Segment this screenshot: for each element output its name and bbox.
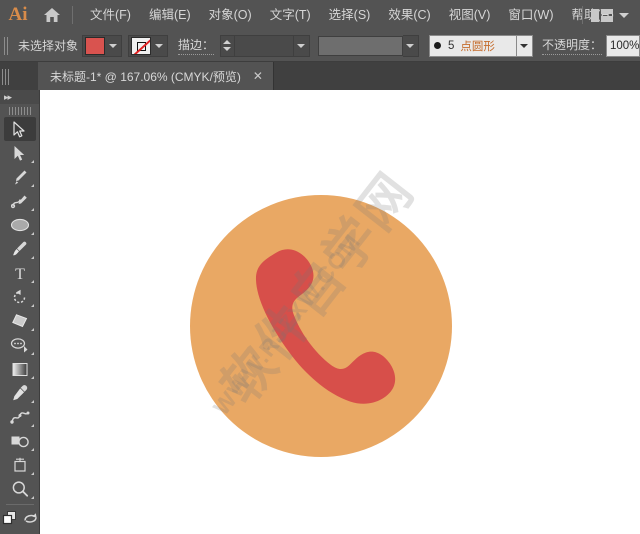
stroke-weight-chevron-down-icon[interactable] [294,35,310,57]
home-icon[interactable] [36,0,68,30]
ellipse-tool[interactable] [4,213,36,237]
illustrator-window: Ai 文件(F) 编辑(E) 对象(O) 文字(T) 选择(S) 效果(C) 视… [0,0,640,534]
shape-builder-tool[interactable] [4,429,36,453]
chevron-down-icon[interactable] [619,13,629,18]
lasso-tool[interactable] [4,333,36,357]
menu-divider-right [582,6,583,24]
menu-window[interactable]: 窗口(W) [499,0,562,30]
tool-panel-bottom-row [2,510,38,530]
brush-size-value: 5 [448,40,454,52]
app-logo: Ai [0,0,36,30]
zoom-tool[interactable] [4,477,36,501]
selection-tool[interactable] [4,117,36,141]
gradient-tool[interactable] [4,357,36,381]
brush-name-value: 点圆形 [460,38,495,54]
artwork-phone-handset [190,195,452,457]
stroke-weight-label: 描边： [178,36,214,55]
paintbrush-tool[interactable] [4,237,36,261]
rotate-tool[interactable] [4,285,36,309]
change-screen-mode-icon[interactable] [23,511,38,530]
eraser-tool[interactable] [4,309,36,333]
tab-bar-grip[interactable] [2,65,12,87]
stroke-weight-stepper[interactable] [220,35,234,57]
direct-selection-tool[interactable] [4,141,36,165]
document-tab[interactable]: 未标题-1* @ 167.06% (CMYK/预览) ✕ [38,62,274,90]
menu-view[interactable]: 视图(V) [440,0,500,30]
document-tab-bar: 未标题-1* @ 167.06% (CMYK/预览) ✕ [0,62,640,90]
brush-dot-icon [434,42,441,49]
brush-definition-select[interactable]: 5 点圆形 [429,35,517,57]
svg-text:T: T [15,266,25,282]
stroke-profile-chevron-down-icon[interactable] [403,35,419,57]
tool-list: T [0,117,39,534]
control-bar: 未选择对象 描边： [0,30,640,62]
opacity-input[interactable]: 100% [606,35,640,57]
type-tool[interactable]: T [4,261,36,285]
fill-color-swatch[interactable] [85,37,105,55]
menu-bar: Ai 文件(F) 编辑(E) 对象(O) 文字(T) 选择(S) 效果(C) 视… [0,0,640,30]
document-tab-title: 未标题-1* @ 167.06% (CMYK/预览) [50,68,241,85]
tool-panel-divider [6,504,34,505]
menu-edit[interactable]: 编辑(E) [140,0,200,30]
tool-panel-grip[interactable] [0,104,39,117]
menu-item-list: 文件(F) 编辑(E) 对象(O) 文字(T) 选择(S) 效果(C) 视图(V… [81,0,623,30]
tool-panel: ▸▸ [0,90,40,534]
phone-icon-artwork[interactable] [190,195,452,457]
menu-divider [72,6,73,24]
opacity-label: 不透明度： [542,36,602,55]
selection-status-label: 未选择对象 [18,37,78,54]
blend-tool[interactable] [4,405,36,429]
menu-effect[interactable]: 效果(C) [379,0,439,30]
pen-tool[interactable] [4,165,36,189]
menu-select[interactable]: 选择(S) [320,0,380,30]
menu-file[interactable]: 文件(F) [81,0,140,30]
control-bar-grip[interactable] [2,35,8,57]
artboard-tool[interactable] [4,453,36,477]
curvature-tool[interactable] [4,189,36,213]
stroke-color-swatch-none[interactable] [131,37,151,55]
workspace-switcher-icon[interactable] [591,9,613,22]
expand-panel-icon[interactable]: ▸▸ [4,93,11,102]
stroke-profile-preview[interactable] [318,36,403,56]
menubar-right-group [582,0,636,30]
stroke-weight-input[interactable] [234,35,294,57]
shape-modes-icon[interactable] [2,510,18,530]
fill-chevron-down-icon[interactable] [105,36,121,56]
eyedropper-tool[interactable] [4,381,36,405]
fill-color-group[interactable] [82,35,122,57]
tool-panel-header[interactable]: ▸▸ [0,90,39,104]
brush-chevron-down-icon[interactable] [517,35,533,57]
close-icon[interactable]: ✕ [253,70,263,82]
stroke-color-group[interactable] [128,35,168,57]
stroke-chevron-down-icon[interactable] [151,36,167,56]
document-canvas[interactable]: 软件自学网 WWW.RJZXW.COM [40,90,640,534]
menu-object[interactable]: 对象(O) [200,0,261,30]
menu-type[interactable]: 文字(T) [261,0,320,30]
